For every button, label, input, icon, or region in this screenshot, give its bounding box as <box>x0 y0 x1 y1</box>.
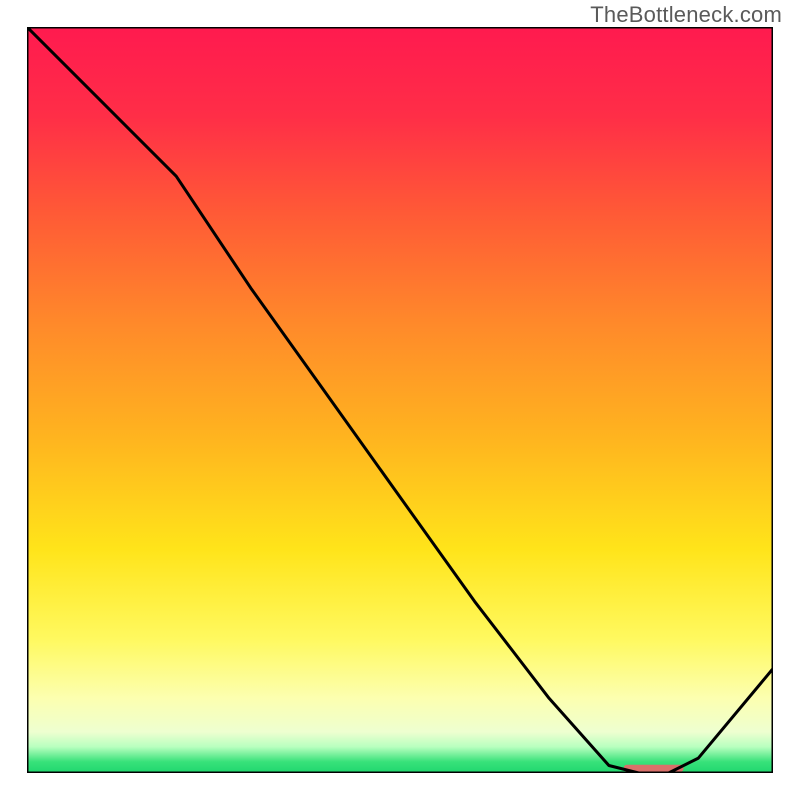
watermark-text: TheBottleneck.com <box>590 2 782 28</box>
bottleneck-chart <box>27 27 773 773</box>
